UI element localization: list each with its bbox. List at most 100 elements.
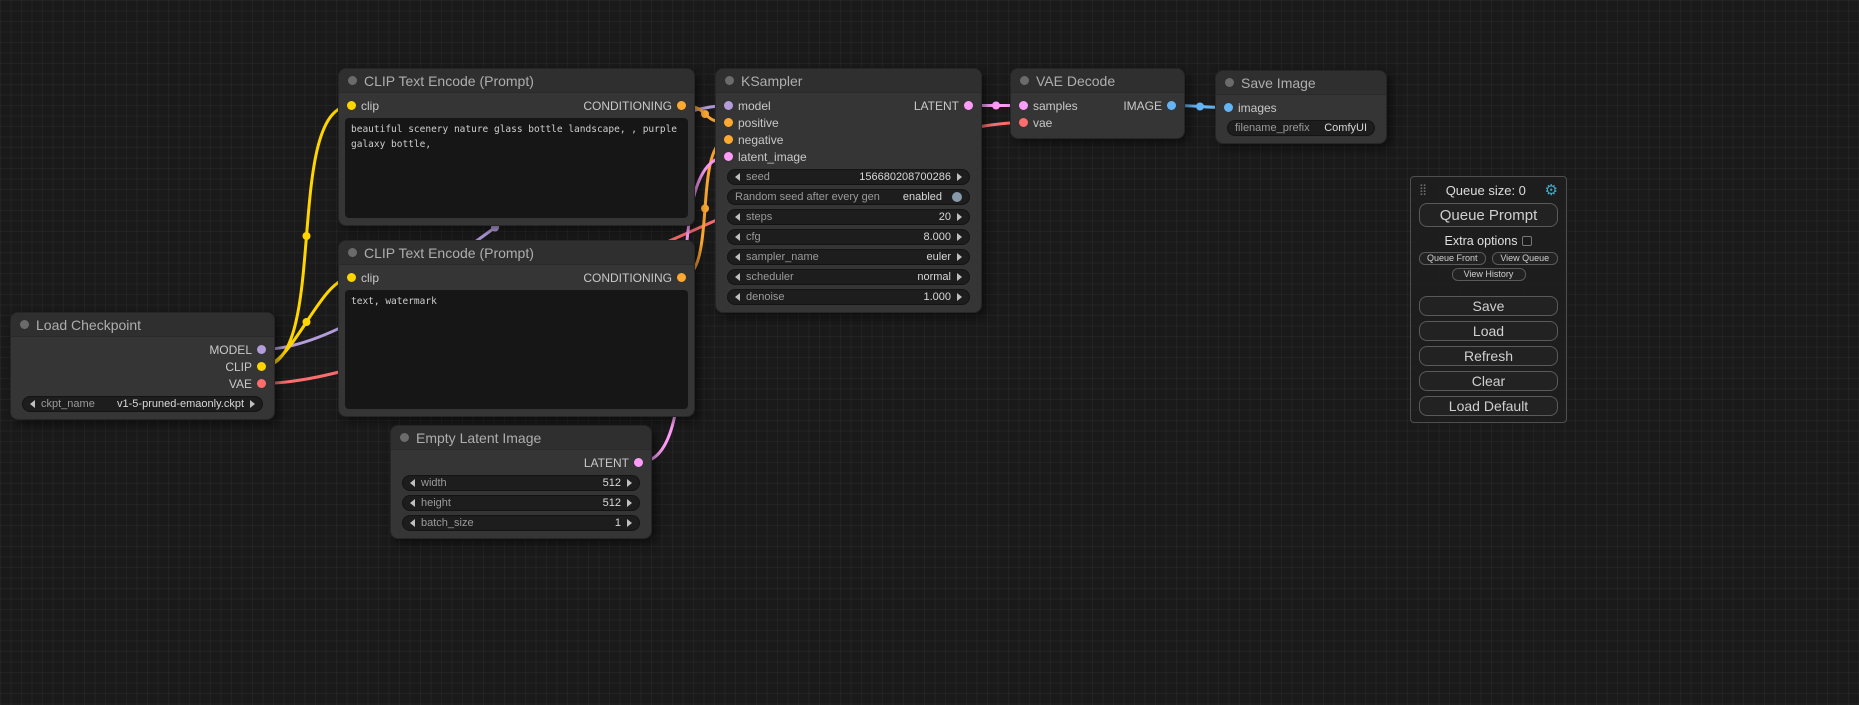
- latent-slot-dot[interactable]: [634, 458, 643, 467]
- conditioning-slot-dot[interactable]: [677, 273, 686, 282]
- node-title-bar[interactable]: Save Image: [1216, 71, 1386, 95]
- latent-slot-dot[interactable]: [724, 152, 733, 161]
- widget-seed[interactable]: seed 156680208700286: [727, 169, 970, 185]
- node-clip-text-encode-negative[interactable]: CLIP Text Encode (Prompt) clip CONDITION…: [338, 240, 695, 417]
- widget-steps[interactable]: steps 20: [727, 209, 970, 225]
- widget-filename-prefix[interactable]: filename_prefix ComfyUI: [1227, 120, 1375, 136]
- view-queue-button[interactable]: View Queue: [1492, 252, 1559, 265]
- model-slot-dot[interactable]: [257, 345, 266, 354]
- clip-slot-dot[interactable]: [257, 362, 266, 371]
- increment-arrow-icon[interactable]: [957, 233, 962, 241]
- queue-prompt-button[interactable]: Queue Prompt: [1419, 203, 1558, 227]
- widget-cfg[interactable]: cfg 8.000: [727, 229, 970, 245]
- increment-arrow-icon[interactable]: [957, 293, 962, 301]
- node-ksampler[interactable]: KSampler model LATENT positive: [715, 68, 982, 313]
- prev-arrow-icon[interactable]: [735, 253, 740, 261]
- collapse-dot-icon[interactable]: [400, 433, 409, 442]
- vae-slot-dot[interactable]: [257, 379, 266, 388]
- toggle-dot-icon[interactable]: [952, 192, 962, 202]
- refresh-button[interactable]: Refresh: [1419, 346, 1558, 366]
- decrement-arrow-icon[interactable]: [410, 499, 415, 507]
- extra-options-checkbox[interactable]: [1522, 236, 1532, 246]
- node-title: KSampler: [741, 73, 802, 89]
- node-title: CLIP Text Encode (Prompt): [364, 245, 534, 261]
- conditioning-slot-dot[interactable]: [724, 118, 733, 127]
- node-save-image[interactable]: Save Image images filename_prefix ComfyU…: [1215, 70, 1387, 144]
- clear-button[interactable]: Clear: [1419, 371, 1558, 391]
- node-empty-latent-image[interactable]: Empty Latent Image LATENT width 512 heig…: [390, 425, 652, 539]
- latent-slot-dot[interactable]: [964, 101, 973, 110]
- collapse-dot-icon[interactable]: [20, 320, 29, 329]
- widget-label: Random seed after every gen: [735, 191, 880, 203]
- decrement-arrow-icon[interactable]: [735, 173, 740, 181]
- widget-random-seed-toggle[interactable]: Random seed after every gen enabled: [727, 189, 970, 205]
- image-slot-dot[interactable]: [1224, 103, 1233, 112]
- graph-canvas[interactable]: Load Checkpoint MODEL CLIP VAE: [0, 0, 1859, 705]
- settings-gear-icon[interactable]: ⚙: [1545, 183, 1558, 198]
- widget-label: height: [421, 497, 451, 509]
- widget-height[interactable]: height 512: [402, 495, 640, 511]
- widget-label: steps: [746, 211, 772, 223]
- widget-value: ComfyUI: [1324, 122, 1367, 134]
- queue-front-button[interactable]: Queue Front: [1419, 252, 1486, 265]
- node-title-bar[interactable]: KSampler: [716, 69, 981, 93]
- decrement-arrow-icon[interactable]: [735, 293, 740, 301]
- collapse-dot-icon[interactable]: [725, 76, 734, 85]
- next-arrow-icon[interactable]: [250, 400, 255, 408]
- node-title-bar[interactable]: Empty Latent Image: [391, 426, 651, 450]
- widget-ckpt-name[interactable]: ckpt_name v1-5-pruned-emaonly.ckpt: [22, 396, 263, 412]
- collapse-dot-icon[interactable]: [1020, 76, 1029, 85]
- widget-value: 8.000: [923, 231, 951, 243]
- load-button[interactable]: Load: [1419, 321, 1558, 341]
- next-arrow-icon[interactable]: [957, 253, 962, 261]
- widget-label: sampler_name: [746, 251, 819, 263]
- slot-row: negative: [716, 131, 981, 148]
- conditioning-slot-dot[interactable]: [724, 135, 733, 144]
- next-arrow-icon[interactable]: [957, 273, 962, 281]
- prev-arrow-icon[interactable]: [735, 273, 740, 281]
- node-body: LATENT width 512 height 512 batch_size 1: [391, 450, 651, 538]
- drag-handle-icon[interactable]: ⣿: [1419, 185, 1427, 196]
- node-title-bar[interactable]: VAE Decode: [1011, 69, 1184, 93]
- decrement-arrow-icon[interactable]: [410, 519, 415, 527]
- node-title-bar[interactable]: Load Checkpoint: [11, 313, 274, 337]
- load-default-button[interactable]: Load Default: [1419, 396, 1558, 416]
- collapse-dot-icon[interactable]: [348, 76, 357, 85]
- node-vae-decode[interactable]: VAE Decode samples IMAGE vae: [1010, 68, 1185, 139]
- conditioning-slot-dot[interactable]: [677, 101, 686, 110]
- collapse-dot-icon[interactable]: [348, 248, 357, 257]
- increment-arrow-icon[interactable]: [957, 213, 962, 221]
- increment-arrow-icon[interactable]: [627, 499, 632, 507]
- decrement-arrow-icon[interactable]: [735, 233, 740, 241]
- clip-slot-dot[interactable]: [347, 273, 356, 282]
- model-slot-dot[interactable]: [724, 101, 733, 110]
- negative-prompt-textarea[interactable]: text, watermark: [345, 290, 688, 409]
- input-slot-samples: samples: [1011, 97, 1078, 114]
- collapse-dot-icon[interactable]: [1225, 78, 1234, 87]
- widget-denoise[interactable]: denoise 1.000: [727, 289, 970, 305]
- save-button[interactable]: Save: [1419, 296, 1558, 316]
- widget-value: normal: [917, 271, 951, 283]
- vae-slot-dot[interactable]: [1019, 118, 1028, 127]
- node-title-bar[interactable]: CLIP Text Encode (Prompt): [339, 69, 694, 93]
- decrement-arrow-icon[interactable]: [410, 479, 415, 487]
- node-clip-text-encode-positive[interactable]: CLIP Text Encode (Prompt) clip CONDITION…: [338, 68, 695, 226]
- decrement-arrow-icon[interactable]: [735, 213, 740, 221]
- increment-arrow-icon[interactable]: [627, 479, 632, 487]
- widget-scheduler[interactable]: scheduler normal: [727, 269, 970, 285]
- latent-slot-dot[interactable]: [1019, 101, 1028, 110]
- widget-sampler-name[interactable]: sampler_name euler: [727, 249, 970, 265]
- node-load-checkpoint[interactable]: Load Checkpoint MODEL CLIP VAE: [10, 312, 275, 420]
- widget-width[interactable]: width 512: [402, 475, 640, 491]
- increment-arrow-icon[interactable]: [957, 173, 962, 181]
- view-history-button[interactable]: View History: [1452, 268, 1526, 281]
- input-label: clip: [361, 99, 379, 113]
- widget-batch-size[interactable]: batch_size 1: [402, 515, 640, 531]
- image-slot-dot[interactable]: [1167, 101, 1176, 110]
- positive-prompt-textarea[interactable]: beautiful scenery nature glass bottle la…: [345, 118, 688, 218]
- clip-slot-dot[interactable]: [347, 101, 356, 110]
- increment-arrow-icon[interactable]: [627, 519, 632, 527]
- node-title-bar[interactable]: CLIP Text Encode (Prompt): [339, 241, 694, 265]
- output-slot-clip: CLIP: [225, 358, 274, 375]
- prev-arrow-icon[interactable]: [30, 400, 35, 408]
